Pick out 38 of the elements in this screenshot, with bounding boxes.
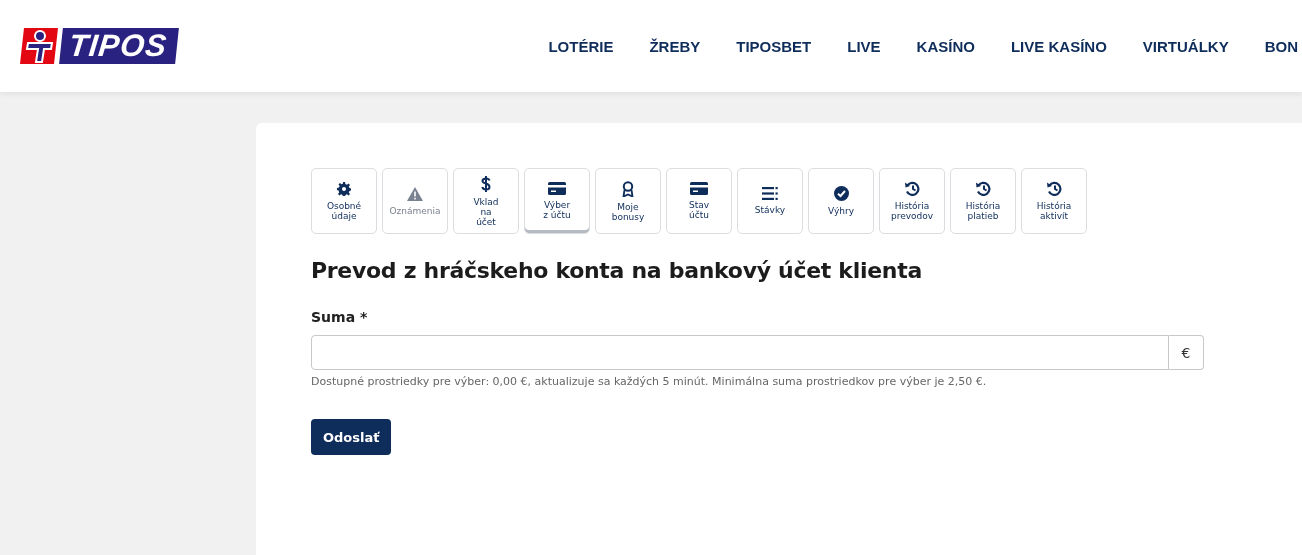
nav-link[interactable]: LIVE KASÍNO [1010,37,1107,55]
account-tab[interactable]: História prevodov [879,168,945,234]
submit-button[interactable]: Odoslať [311,419,392,455]
amount-input[interactable] [311,335,1169,370]
logo-text: TIPOS [59,28,179,64]
dollar-icon [481,175,491,192]
account-tab[interactable]: História aktivít [1021,168,1087,234]
nav-link[interactable]: KASÍNO [916,37,975,55]
warning-icon [407,186,423,201]
card-icon [690,182,708,195]
account-tab[interactable]: História platieb [950,168,1016,234]
account-tab[interactable]: Stav účtu [666,168,732,234]
history-icon [1046,181,1062,196]
account-tab[interactable]: Vklad na účet [453,168,519,234]
logo[interactable]: TIPOS [20,28,177,64]
nav-link[interactable]: LIVE [847,37,881,55]
nav-link[interactable]: VIRTUÁLKY [1142,37,1229,55]
account-tab[interactable]: Stávky [737,168,803,234]
player-icon [20,28,58,64]
account-tab[interactable]: Výhry [808,168,874,234]
history-icon [904,181,920,196]
card-icon [548,182,566,195]
check-icon [833,186,849,201]
list-icon [762,187,778,200]
nav-link[interactable]: TIPOSBET [736,37,812,55]
account-tab[interactable]: Výber z účtu [524,168,590,234]
field-label: Suma * [311,309,369,325]
currency-addon: € [1169,335,1204,370]
settings-icon [337,181,351,196]
account-tab[interactable]: Moje bonusy [595,168,661,234]
award-icon [622,180,634,197]
history-icon [975,181,991,196]
nav-link[interactable]: BON [1264,37,1298,55]
account-tab[interactable]: Osobné údaje [311,168,377,234]
nav-link[interactable]: LOTÉRIE [548,37,614,55]
hint-text: Dostupné prostriedky pre výber: 0,00 €, aktualizuje sa každých 5 minút. Minimálna suma prostriedkov pre výber je 2,50 €. [311,375,988,388]
nav-link[interactable]: ŽREBY [649,37,701,55]
page-heading: Prevod z hráčskeho konta na bankový účet klienta [311,258,923,283]
